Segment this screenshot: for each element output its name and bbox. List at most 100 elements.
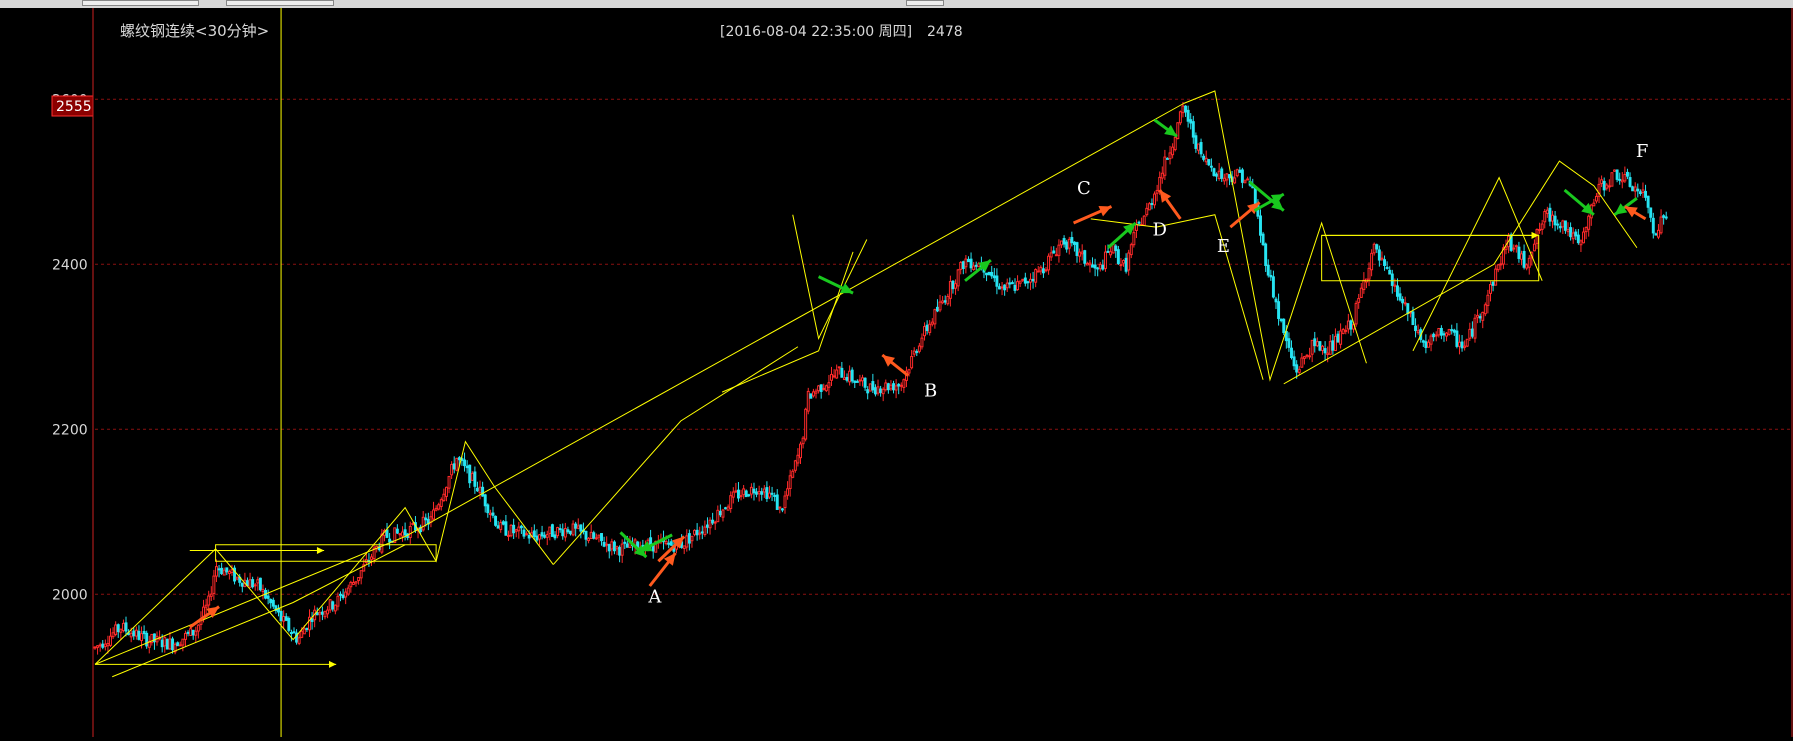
candle-up [1039, 265, 1043, 275]
candle-up [1297, 366, 1301, 376]
candle-body [1295, 364, 1299, 373]
candle-down [1664, 211, 1668, 220]
candle-down [145, 630, 149, 649]
toolbar-tab[interactable] [226, 0, 334, 6]
candle-up [1085, 261, 1089, 266]
candle-up [698, 526, 702, 540]
candle-down [553, 531, 557, 541]
candle-body [111, 632, 115, 638]
candle-body [1641, 189, 1645, 194]
candle-body [1473, 317, 1477, 339]
signal-arrows [188, 118, 1647, 629]
candle-up [1088, 259, 1092, 273]
candle-body [1305, 354, 1309, 357]
candle-up [1362, 272, 1366, 294]
candle-body [990, 271, 994, 277]
toolbar-tab[interactable] [906, 0, 944, 6]
candle-down [558, 524, 562, 533]
candle-up [1129, 242, 1133, 259]
candle-body [1594, 195, 1598, 202]
candle-body [512, 524, 516, 534]
candle-body [775, 494, 779, 510]
candle-body [832, 375, 836, 378]
candle-body [737, 489, 740, 499]
candle-body [1318, 341, 1322, 351]
candle-body [297, 637, 301, 644]
candle-down [705, 517, 709, 534]
candle-body [1072, 241, 1076, 245]
candle-body [1452, 329, 1456, 333]
candle-up [605, 536, 609, 553]
candle-body [1142, 215, 1146, 226]
candle-down [780, 507, 784, 513]
candle-body [1016, 281, 1020, 291]
candle-body [207, 595, 211, 606]
candle-body [473, 471, 477, 487]
candle-down [1052, 246, 1056, 254]
candle-up [716, 505, 720, 523]
candle-up [1243, 179, 1247, 184]
candle-up [824, 384, 828, 393]
candle-body [444, 486, 448, 497]
candle-body [171, 638, 174, 651]
candle-body [1656, 229, 1660, 238]
candle-down [744, 489, 748, 498]
candle-down [1576, 229, 1580, 245]
candle-up [109, 628, 112, 647]
candle-down [1271, 270, 1275, 299]
candle-up [1163, 149, 1167, 180]
candle-body [1292, 356, 1296, 367]
candle-up [1494, 265, 1498, 286]
toolbar-tab[interactable] [82, 0, 199, 6]
candle-body [1271, 276, 1275, 298]
candle-up [822, 383, 826, 391]
candle-body [584, 530, 588, 540]
candle-down [1091, 257, 1094, 268]
candle-body [434, 507, 438, 511]
candle-up [1328, 335, 1332, 355]
y-tick-label: 2200 [52, 422, 88, 438]
candle-body [1571, 232, 1575, 240]
candle-up [814, 388, 818, 399]
candle-up [768, 485, 771, 500]
candle-body [1036, 270, 1040, 273]
candlestick-chart[interactable]: 2000220024002600 ABCDEF 螺纹钢连续<30分钟> [201… [0, 8, 1793, 737]
candle-up [693, 529, 697, 537]
candle-down [752, 482, 756, 501]
candle-body [1460, 341, 1464, 349]
candle-down [1439, 325, 1443, 340]
candle-up [168, 632, 172, 651]
candle-up [349, 580, 353, 593]
candle-up [346, 584, 350, 596]
candle-down [974, 261, 978, 270]
candle-down [331, 600, 335, 612]
candle-body [992, 275, 996, 279]
candle-up [832, 369, 836, 379]
candle-up [1339, 323, 1343, 349]
candle-up [1305, 354, 1309, 359]
candle-body [1615, 169, 1619, 180]
candle-down [574, 521, 578, 537]
candle-down [992, 267, 996, 282]
candle-body [1628, 177, 1632, 187]
candle-body [1171, 146, 1175, 156]
candle-body [951, 280, 955, 290]
candle-down [1401, 296, 1405, 311]
candle-body [607, 544, 611, 552]
candle-body [941, 300, 945, 304]
candle-body [191, 629, 195, 636]
candle-up [842, 370, 846, 381]
candle-up [948, 275, 952, 307]
candle-body [592, 532, 596, 539]
candle-up [556, 526, 560, 539]
candle-down [186, 630, 190, 637]
candle-body [437, 504, 441, 510]
candle-down [1470, 321, 1474, 339]
candle-down [543, 531, 547, 539]
candle-body [1439, 327, 1443, 336]
candle-body [938, 301, 942, 311]
candle-body [623, 541, 627, 544]
candle-body [687, 533, 691, 544]
candle-body [998, 286, 1001, 290]
candle-up [1225, 172, 1229, 188]
